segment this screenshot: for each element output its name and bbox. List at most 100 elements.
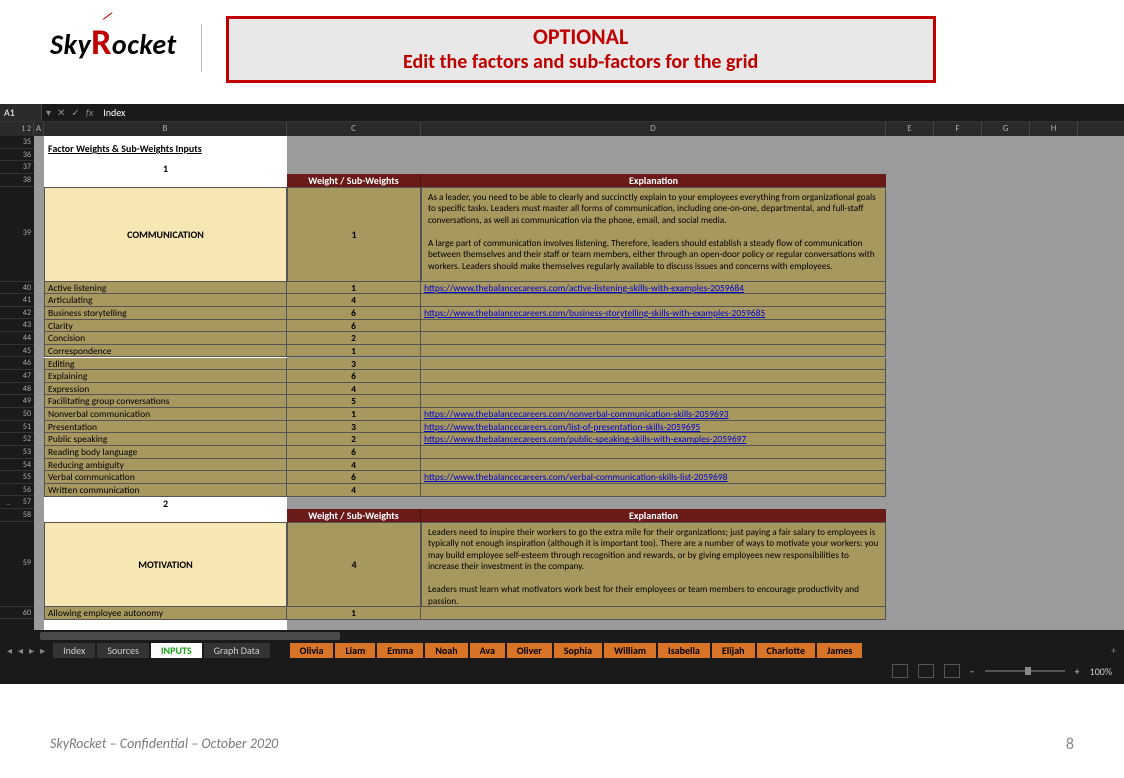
fx-confirm-icon[interactable]: ✓	[71, 106, 79, 119]
view-normal-icon[interactable]	[892, 664, 908, 678]
sheet-tab[interactable]: Emma	[377, 643, 423, 658]
row-header[interactable]: 51	[0, 421, 34, 434]
row-header[interactable]: 58	[0, 509, 34, 522]
col-header-F[interactable]: F	[934, 122, 982, 136]
row-header[interactable]: 42	[0, 307, 34, 320]
table-row[interactable]: Written communication4	[44, 484, 886, 497]
tab-last-icon[interactable]: ▸	[37, 644, 48, 657]
factor-explanation[interactable]: As a leader, you need to be able to clea…	[421, 187, 886, 282]
factor-weight[interactable]: 1	[287, 187, 421, 282]
zoom-slider[interactable]	[985, 670, 1065, 672]
row-header[interactable]: 54	[0, 459, 34, 472]
fx-cancel-icon[interactable]: ✕	[57, 106, 65, 119]
sheet-tab[interactable]: Sophia	[554, 643, 602, 658]
outline-collapse-icon[interactable]: −	[6, 499, 16, 507]
row-header[interactable]: 55	[0, 471, 34, 484]
sheet-tab[interactable]: Index	[53, 643, 95, 658]
table-row[interactable]: Verbal communication6https://www.thebala…	[44, 471, 886, 484]
table-row[interactable]: Reading body language6	[44, 446, 886, 459]
table-row[interactable]: Editing3	[44, 358, 886, 371]
view-break-icon[interactable]	[944, 664, 960, 678]
table-row[interactable]: Allowing employee autonomy1	[44, 607, 886, 620]
sheet-tab[interactable]: Elijah	[712, 643, 755, 658]
sheet-tab[interactable]: Sources	[97, 643, 149, 658]
col-header-B[interactable]: B	[44, 122, 287, 136]
fx-icon[interactable]: fx	[86, 106, 93, 119]
sheet-tab[interactable]: Liam	[335, 643, 375, 658]
table-row[interactable]: Presentation3https://www.thebalancecaree…	[44, 421, 886, 434]
tab-next-icon[interactable]: ▸	[26, 644, 37, 657]
spreadsheet-cells[interactable]: Factor Weights & Sub-Weights Inputs 1Wei…	[34, 136, 1124, 642]
banner-line2: Edit the factors and sub-factors for the…	[229, 50, 933, 80]
row-header[interactable]: 37	[0, 161, 34, 174]
factor-name[interactable]: MOTIVATION	[44, 522, 287, 607]
row-header[interactable]: 47	[0, 370, 34, 383]
table-row[interactable]: Concision2	[44, 332, 886, 345]
col-header-A[interactable]: A	[34, 122, 44, 136]
sheet-tab[interactable]: James	[817, 643, 862, 658]
table-row[interactable]: Clarity6	[44, 320, 886, 333]
table-row[interactable]: Reducing ambiguity4	[44, 459, 886, 472]
row-header[interactable]: 45	[0, 345, 34, 358]
table-row[interactable]: Explaining6	[44, 370, 886, 383]
tab-first-icon[interactable]: ◂	[4, 644, 15, 657]
row-header[interactable]: 39	[0, 187, 34, 282]
table-row[interactable]: Correspondence1	[44, 345, 886, 358]
add-sheet-icon[interactable]: +	[1103, 644, 1124, 657]
sheet-tab[interactable]: INPUTS	[151, 643, 202, 658]
table-row[interactable]: Articulating4	[44, 294, 886, 307]
table-row[interactable]: Public speaking2https://www.thebalanceca…	[44, 433, 886, 446]
formula-input[interactable]: Index	[97, 106, 131, 119]
row-header[interactable]: 59	[0, 522, 34, 607]
tab-prev-icon[interactable]: ◂	[15, 644, 26, 657]
sheet-tab[interactable]: Noah	[425, 643, 467, 658]
col-header-H[interactable]: H	[1030, 122, 1078, 136]
view-layout-icon[interactable]	[918, 664, 934, 678]
sheet-tab[interactable]: Graph Data	[204, 643, 270, 658]
table-row[interactable]: Active listening1https://www.thebalancec…	[44, 282, 886, 295]
name-box[interactable]: A1	[0, 104, 42, 121]
row-header[interactable]: 53	[0, 446, 34, 459]
factor-explanation[interactable]: Leaders need to inspire their workers to…	[421, 522, 886, 607]
zoom-in-icon[interactable]: +	[1075, 665, 1080, 678]
sheet-tab[interactable]: Isabella	[658, 643, 710, 658]
sheet-tab[interactable]: Oliver	[507, 643, 552, 658]
row-header[interactable]: 50	[0, 408, 34, 421]
row-header[interactable]: 48	[0, 383, 34, 396]
corner-cell[interactable]: 1 2	[0, 122, 34, 136]
row-header[interactable]: 49	[0, 395, 34, 408]
col-header-C[interactable]: C	[287, 122, 421, 136]
row-header[interactable]: 36	[0, 149, 34, 162]
sheet-tab[interactable]: William	[604, 643, 656, 658]
row-header[interactable]: 44	[0, 332, 34, 345]
row-header[interactable]: 35	[0, 136, 34, 149]
tab-nav-arrows[interactable]: ◂ ◂ ▸ ▸	[0, 644, 52, 657]
table-row[interactable]: Expression4	[44, 383, 886, 396]
row-header[interactable]: 43	[0, 319, 34, 332]
table-row[interactable]: Nonverbal communication1https://www.theb…	[44, 408, 886, 421]
row-header[interactable]: 46	[0, 357, 34, 370]
col-header-D[interactable]: D	[421, 122, 886, 136]
row-header[interactable]: 38	[0, 174, 34, 187]
sheet-tab[interactable]: Olivia	[290, 643, 334, 658]
scroll-thumb[interactable]	[40, 632, 340, 640]
table-row[interactable]: Business storytelling6https://www.thebal…	[44, 307, 886, 320]
row-header[interactable]: 40	[0, 282, 34, 295]
horizontal-scrollbar[interactable]	[0, 630, 1124, 642]
row-header[interactable]: 56	[0, 484, 34, 497]
zoom-level[interactable]: 100%	[1090, 665, 1112, 678]
row-header[interactable]: 60	[0, 607, 34, 620]
col-header-G[interactable]: G	[982, 122, 1030, 136]
factor-weight[interactable]: 4	[287, 522, 421, 607]
formula-bar[interactable]: A1 ▾ ✕ ✓ fx Index	[0, 104, 1124, 122]
sheet-tab[interactable]: Charlotte	[757, 643, 815, 658]
sheet-tab[interactable]: Ava	[470, 643, 505, 658]
fx-dropdown-icon[interactable]: ▾	[46, 106, 51, 119]
col-header-E[interactable]: E	[886, 122, 934, 136]
excel-window: A1 ▾ ✕ ✓ fx Index 1 2 A B C D E F G H 35…	[0, 104, 1124, 684]
factor-name[interactable]: COMMUNICATION	[44, 187, 287, 282]
table-row[interactable]: Facilitating group conversations5	[44, 395, 886, 408]
row-header[interactable]: 41	[0, 294, 34, 307]
zoom-out-icon[interactable]: −	[970, 665, 975, 678]
row-header[interactable]: 52	[0, 433, 34, 446]
